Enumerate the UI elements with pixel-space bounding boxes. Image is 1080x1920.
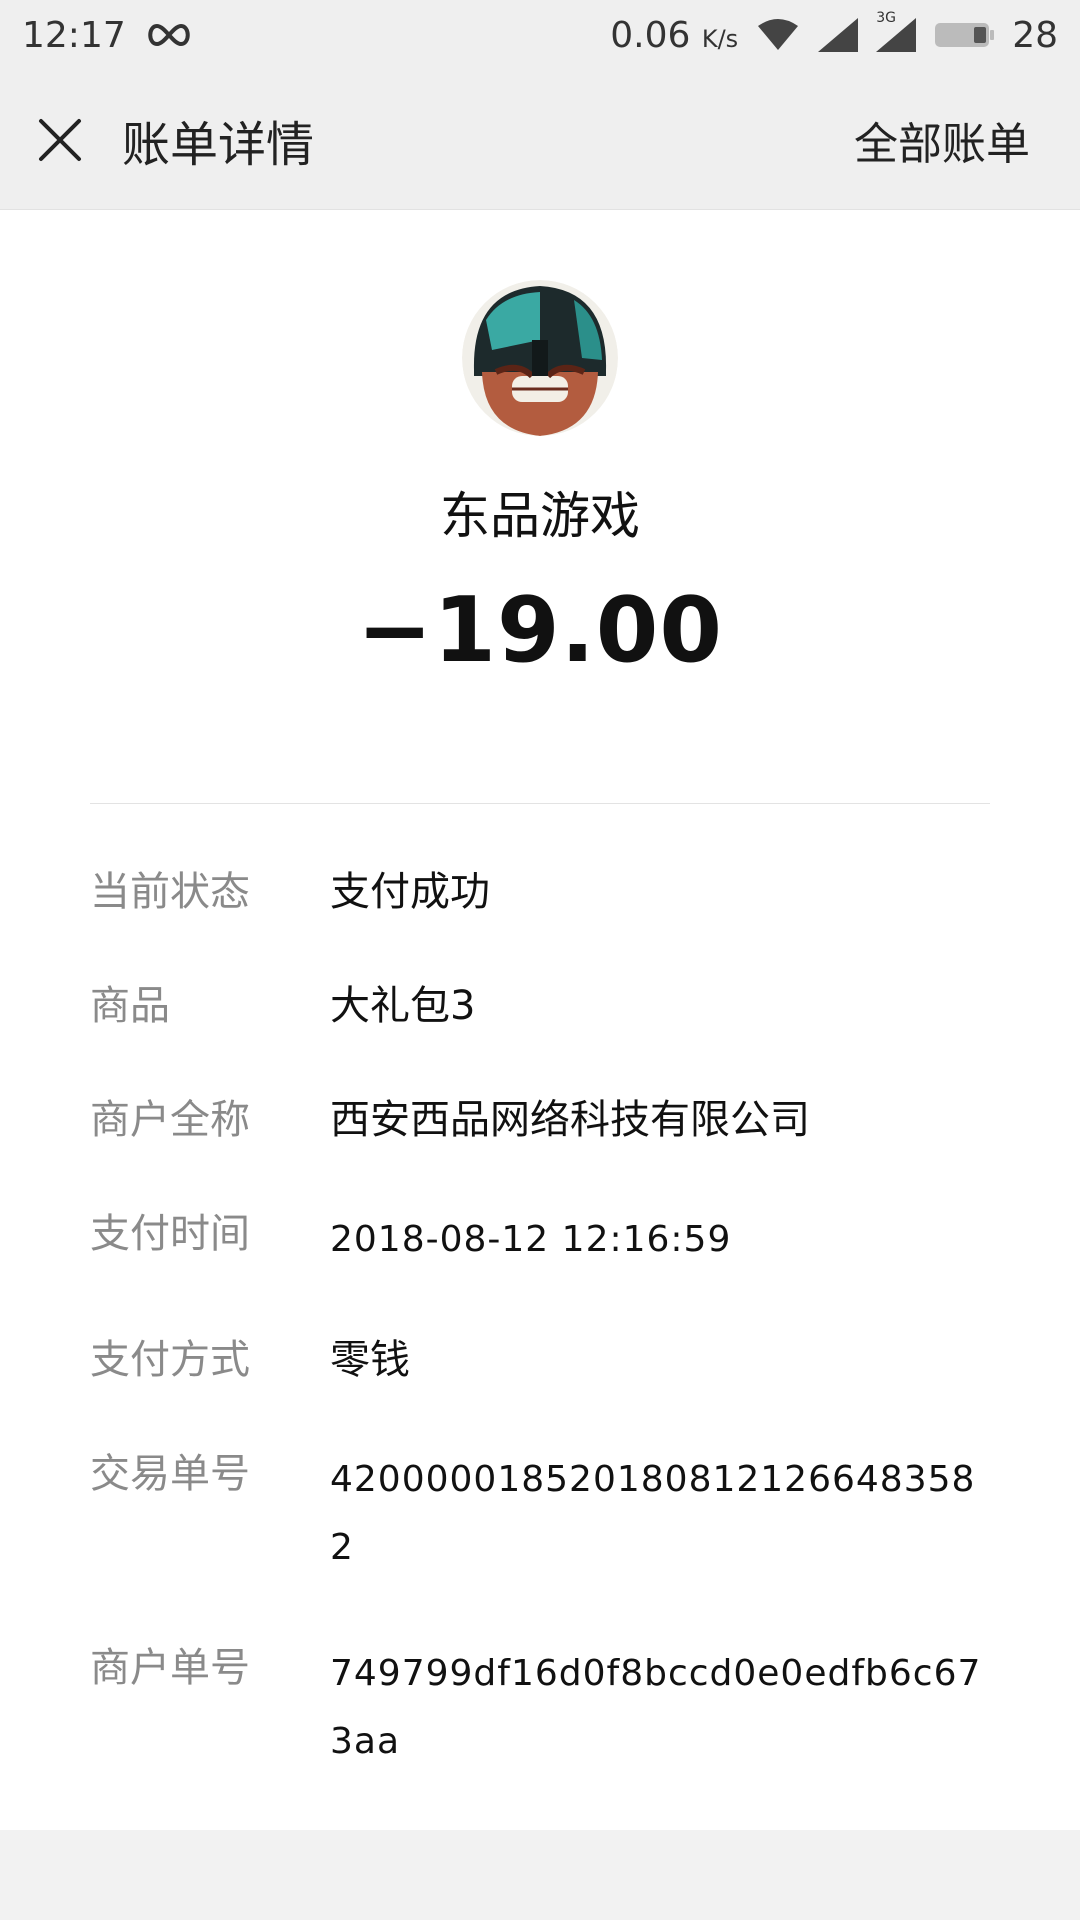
detail-label: 当前状态 [90, 869, 250, 915]
detail-label: 商品 [90, 983, 170, 1029]
merchant-avatar [462, 280, 618, 436]
all-bills-link[interactable]: 全部账单 [854, 108, 1030, 172]
detail-row-product: 商品 大礼包3 [90, 978, 990, 1034]
network-speed-unit: K/s [701, 24, 739, 53]
network-type: 3G [876, 10, 896, 26]
detail-value: 西安西品网络科技有限公司 [330, 1097, 810, 1143]
detail-row-transaction-id: 交易单号 4200000185201808121266483582 [90, 1446, 990, 1582]
merchant-name: 东品游戏 [440, 487, 640, 545]
infinity-icon [144, 22, 194, 48]
detail-value: 2018-08-12 12:16:59 [330, 1219, 732, 1260]
detail-row-merchant-fullname: 商户全称 西安西品网络科技有限公司 [90, 1092, 990, 1148]
detail-label: 商户全称 [90, 1097, 250, 1143]
detail-row-pay-method: 支付方式 零钱 [90, 1332, 990, 1388]
detail-label: 支付方式 [90, 1337, 250, 1383]
status-bar: 12:17 0.06 K/s 3G 28 [0, 0, 1080, 70]
close-button[interactable] [36, 116, 84, 164]
detail-value: 大礼包3 [330, 983, 476, 1029]
battery-icon [934, 20, 995, 50]
signal-icon [818, 18, 859, 52]
detail-row-pay-time: 支付时间 2018-08-12 12:16:59 [90, 1206, 990, 1274]
detail-value: 零钱 [330, 1337, 410, 1383]
close-icon [39, 118, 81, 161]
detail-value: 支付成功 [330, 869, 490, 915]
wifi-icon [756, 18, 800, 52]
title-bar: 账单详情 全部账单 [0, 70, 1080, 210]
signal-3g-icon: 3G [876, 10, 917, 52]
merchant-summary: 东品游戏 −19.00 [0, 280, 1080, 683]
network-speed: 0.06 [610, 14, 691, 56]
detail-row-status: 当前状态 支付成功 [90, 864, 990, 920]
payment-amount: −19.00 [356, 578, 724, 683]
detail-row-merchant-order-id: 商户单号 749799df16d0f8bccd0e0edfb6c673aa [90, 1640, 990, 1776]
page-title: 账单详情 [122, 116, 315, 173]
bill-details: 当前状态 支付成功 商品 大礼包3 商户全称 西安西品网络科技有限公司 支付时间… [0, 804, 1080, 1776]
bottom-band [0, 1830, 1080, 1920]
detail-label: 支付时间 [90, 1211, 250, 1257]
status-time: 12:17 [22, 14, 126, 56]
detail-value: 749799df16d0f8bccd0e0edfb6c673aa [330, 1653, 982, 1762]
detail-value: 4200000185201808121266483582 [330, 1459, 976, 1568]
battery-level: 28 [1012, 14, 1058, 56]
detail-label: 商户单号 [90, 1645, 250, 1691]
detail-label: 交易单号 [90, 1451, 250, 1497]
